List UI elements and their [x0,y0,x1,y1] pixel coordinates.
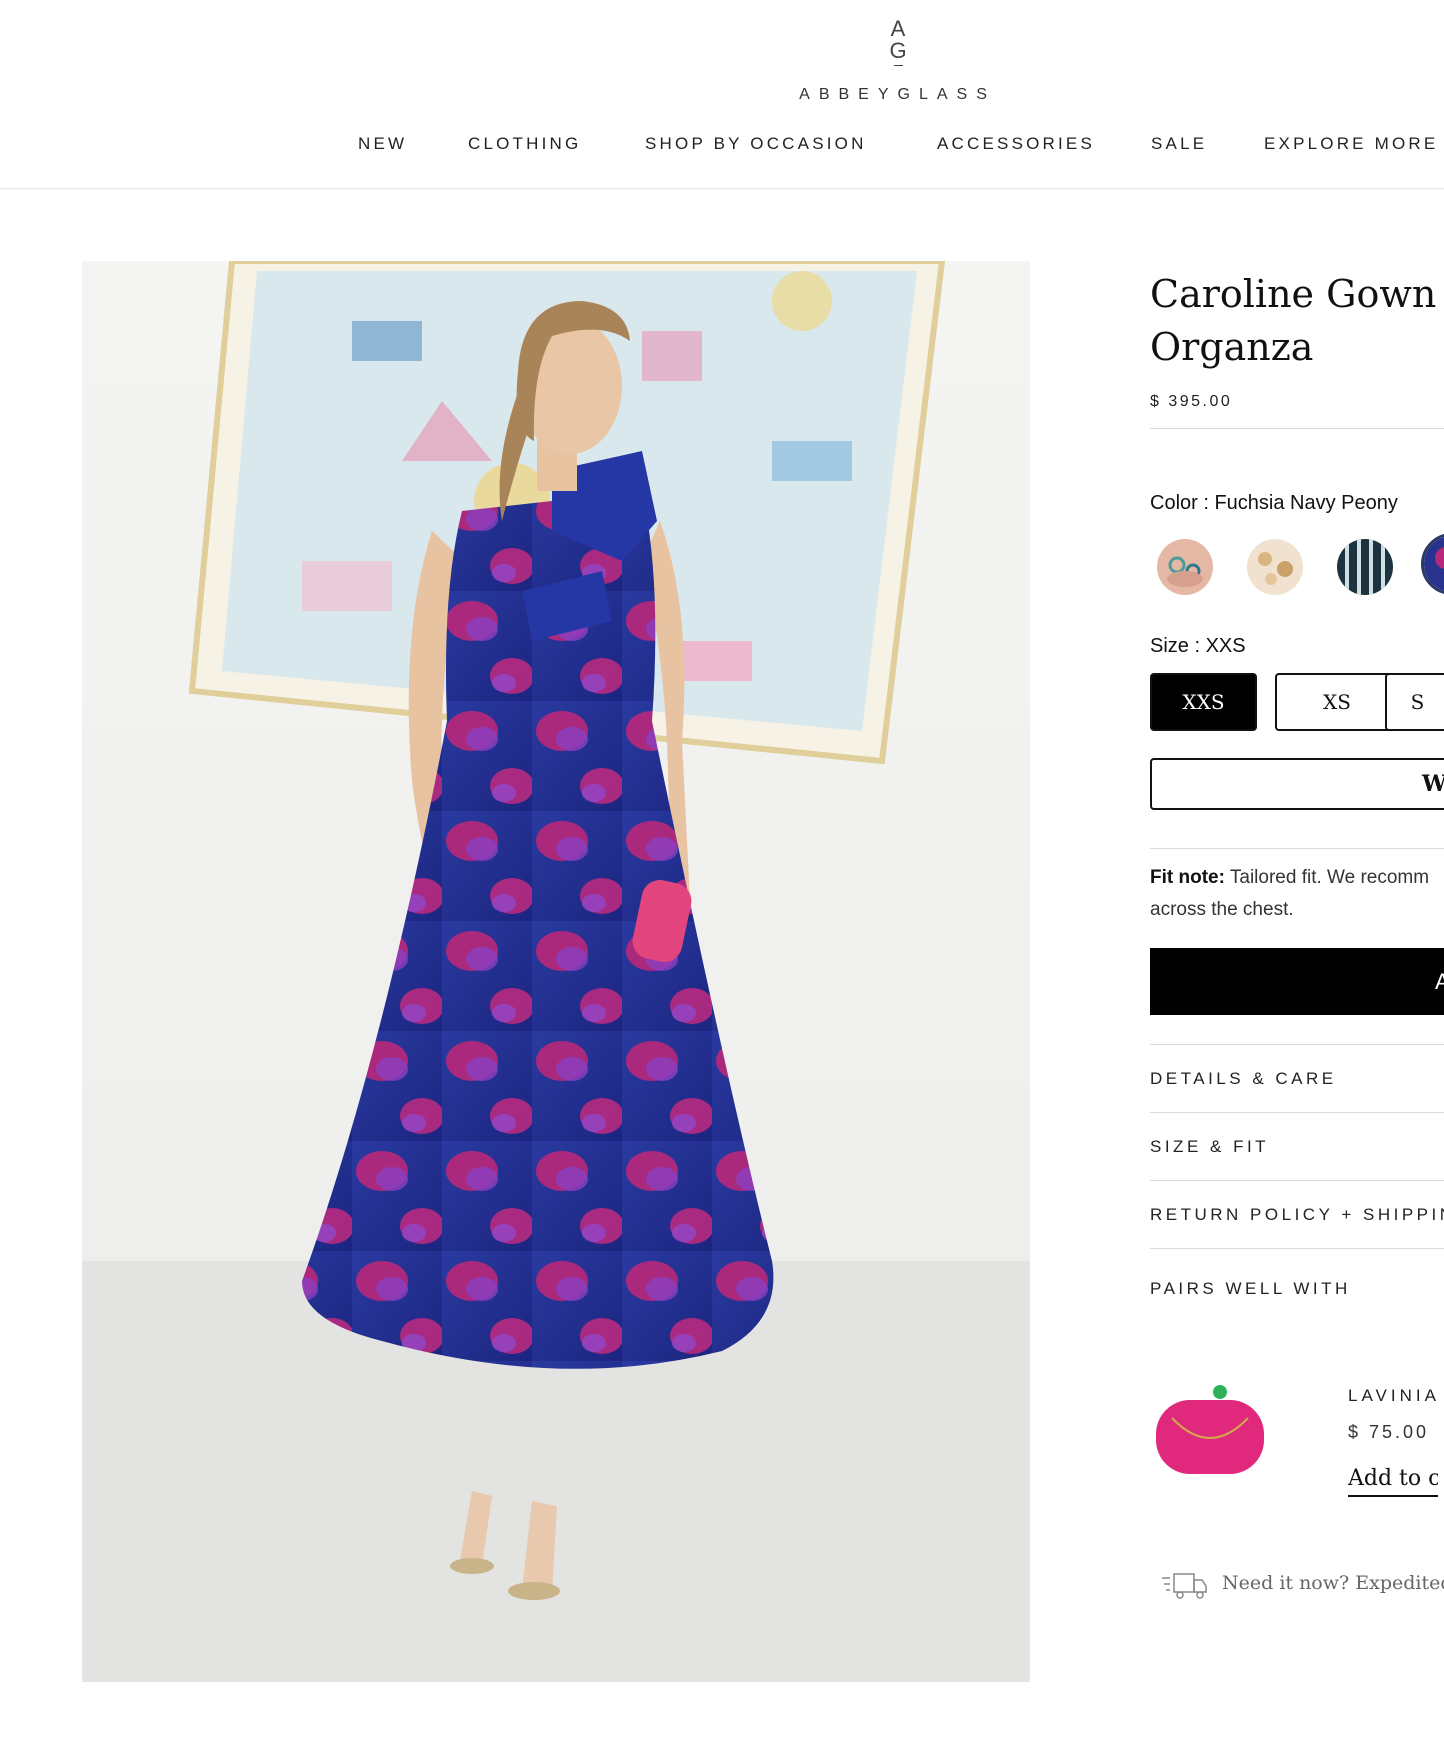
color-swatch-gold-floral[interactable] [1247,539,1303,595]
nav-sale[interactable]: SALE [1151,134,1207,154]
product-title-line2: Organza [1150,325,1314,369]
product-title-line1: Caroline Gown F [1150,272,1444,316]
wishlist-button[interactable]: W [1150,758,1444,810]
accordion-return-policy[interactable]: RETURN POLICY + SHIPPIN [1150,1205,1444,1225]
peony-swatch-icon [1424,536,1444,592]
rings-swatch-icon [1157,539,1213,595]
site-header: A G ABBEYGLASS NEW CLOTHING SHOP BY OCCA… [0,0,1444,189]
divider [1150,1112,1444,1113]
brand-logo[interactable]: ABBEYGLASS [790,86,1005,104]
shipping-note: Need it now? Expedited s [1222,1572,1444,1594]
clutch-image-icon [1156,1385,1264,1474]
product-price: $ 395.00 [1150,393,1233,410]
pair-item-name[interactable]: LAVINIA [1348,1386,1440,1406]
nav-explore-more[interactable]: EXPLORE MORE [1264,134,1438,154]
pair-item-price: $ 75.00 [1348,1422,1430,1442]
size-option-xs[interactable]: XS [1275,673,1399,731]
navy-stripe-swatch-icon [1337,539,1393,595]
product-image[interactable] [82,261,1030,1682]
divider [1150,848,1444,849]
divider [1150,428,1444,429]
accordion-details-care[interactable]: DETAILS & CARE [1150,1069,1337,1089]
nav-shop-by-occasion[interactable]: SHOP BY OCCASION [645,134,867,154]
brand-monogram[interactable]: A G [880,18,916,66]
color-swatch-navy-stripe[interactable] [1337,539,1393,595]
divider [1150,1248,1444,1249]
size-option-s[interactable]: S [1385,673,1444,731]
fit-note-text-2: across the chest. [1150,899,1294,920]
nav-clothing[interactable]: CLOTHING [468,134,581,154]
main-nav: NEW CLOTHING SHOP BY OCCASION ACCESSORIE… [0,134,1444,158]
fit-note: Fit note: Tailored fit. We recomm across… [1150,862,1444,926]
add-to-cart-button[interactable]: A [1150,948,1444,1015]
size-option-xxs[interactable]: XXS [1150,673,1257,731]
product-photo-illustration [82,261,1030,1682]
color-label: Color : Fuchsia Navy Peony [1150,492,1398,514]
color-swatch-fuchsia-navy-peony[interactable] [1421,533,1444,595]
divider [1150,1180,1444,1181]
delivery-truck-icon [1162,1573,1207,1599]
monogram-bar [893,65,903,66]
fit-note-text: Tailored fit. We recomm [1224,867,1430,888]
fit-note-label: Fit note: [1150,867,1225,888]
pairs-well-with-heading: PAIRS WELL WITH [1150,1279,1351,1298]
pair-item-image[interactable] [1152,1378,1268,1488]
divider [1150,1044,1444,1045]
accordion-size-fit[interactable]: SIZE & FIT [1150,1137,1269,1157]
color-swatch-rings[interactable] [1157,539,1213,595]
nav-new[interactable]: NEW [358,134,407,154]
monogram-g: G [889,38,907,63]
gold-floral-swatch-icon [1247,539,1303,595]
pair-add-to-cart-link[interactable]: Add to car [1348,1466,1438,1497]
nav-accessories[interactable]: ACCESSORIES [937,134,1095,154]
size-label: Size : XXS [1150,635,1246,657]
product-title: Caroline Gown F Organza [1150,268,1444,374]
